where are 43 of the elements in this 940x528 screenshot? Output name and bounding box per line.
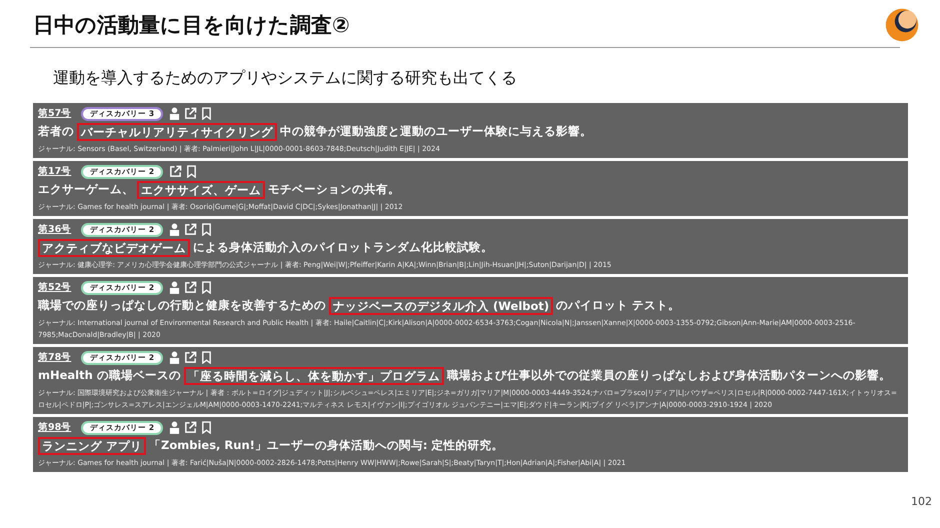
highlight-box: ランニング アプリ — [38, 436, 146, 454]
slide-subtitle: 運動を導入するためのアプリやシステムに関する研究も出てくる — [53, 68, 518, 89]
paper-title-text: mHealth の職場ベースの — [38, 367, 181, 384]
bookmark-icon[interactable] — [186, 165, 198, 178]
paper-title-text: 職場での座りっぱなしの行動と健康を改善するための — [38, 297, 326, 314]
paper-number[interactable]: 第98号 — [38, 421, 72, 434]
paper-number[interactable]: 第57号 — [38, 107, 72, 120]
paper-number[interactable]: 第36号 — [38, 223, 72, 236]
person-icon[interactable] — [169, 223, 180, 236]
paper-number[interactable]: 第78号 — [38, 351, 72, 364]
external-link-icon[interactable] — [184, 421, 198, 434]
bookmark-icon[interactable] — [201, 351, 212, 364]
bookmark-icon[interactable] — [201, 107, 212, 120]
person-icon[interactable] — [169, 421, 180, 434]
bookmark-icon[interactable] — [201, 223, 212, 236]
paper-title-text: のパイロット テスト。 — [556, 297, 680, 314]
paper-title-text: モチベーションの共有。 — [268, 181, 400, 198]
crescent-logo-icon — [884, 7, 920, 43]
external-link-icon[interactable] — [184, 351, 198, 364]
paper-title-text: エクサーゲーム、 — [38, 181, 134, 198]
paper-title-text: 職場および仕事以外での従業員の座りっぱなしおよび身体活動パターンへの影響。 — [446, 367, 891, 384]
person-icon[interactable] — [169, 281, 180, 294]
page-number: 102 — [911, 495, 932, 508]
person-icon[interactable] — [169, 351, 180, 364]
highlight-box: エクササイズ、ゲーム — [137, 180, 265, 198]
paper-title-text: 若者の — [38, 123, 74, 140]
paper-title-text: による身体活動介入のパイロットランダム化比較試験。 — [193, 239, 493, 256]
external-link-icon[interactable] — [184, 223, 198, 236]
highlight-box: バーチャルリアリティサイクリング — [77, 122, 277, 140]
highlight-box: ナッジベースのデジタル介入 (Welbot) — [329, 296, 554, 314]
highlight-box: アクティブなビデオゲーム — [38, 238, 190, 256]
highlight-box: 「座る時間を減らし、体を動かす」プログラム — [184, 366, 444, 384]
bookmark-icon[interactable] — [201, 281, 212, 294]
person-icon[interactable] — [169, 107, 180, 120]
paper-title-text: 中の競争が運動強度と運動のユーザー体験に与える影響。 — [280, 123, 592, 140]
paper-number[interactable]: 第52号 — [38, 281, 72, 294]
external-link-icon[interactable] — [169, 165, 182, 178]
slide-title: 日中の活動量に目を向けた調査② — [33, 12, 350, 39]
external-link-icon[interactable] — [184, 107, 198, 120]
bookmark-icon[interactable] — [201, 421, 212, 434]
paper-title-text: 「Zombies, Run!」ユーザーの身体活動への関与: 定性的研究。 — [149, 437, 504, 454]
paper-number[interactable]: 第17号 — [38, 165, 72, 178]
external-link-icon[interactable] — [184, 281, 198, 294]
